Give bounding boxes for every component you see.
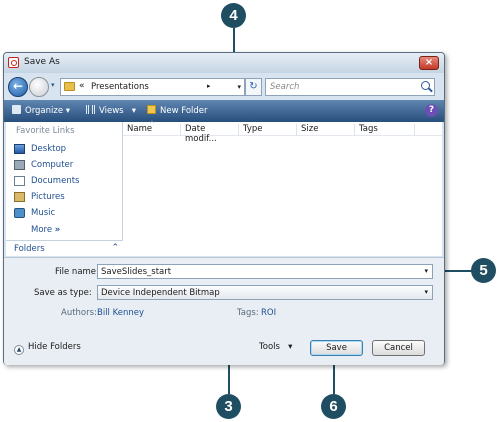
nav-item-computer[interactable]: Computer	[14, 159, 119, 173]
callout-5: 5	[471, 258, 496, 283]
column-header-size[interactable]: Size	[297, 124, 355, 136]
file-list[interactable]: Name ^ Date modif... Type Size Tags	[123, 120, 442, 256]
documents-icon	[14, 176, 25, 186]
nav-item-label: Computer	[31, 160, 74, 170]
save-as-type-select[interactable]: Device Independent Bitmap ▾	[97, 285, 433, 300]
music-icon	[14, 208, 25, 218]
close-button[interactable]: ×	[419, 56, 439, 70]
save-as-dialog: Save As × ← ▾ « Presentations ▸ ▾ ↻ Sear…	[3, 52, 445, 365]
authors-label: Authors:	[61, 308, 97, 318]
organize-icon	[12, 105, 21, 114]
computer-icon	[14, 160, 25, 170]
address-bar[interactable]: « Presentations ▸ ▾	[60, 78, 245, 96]
file-name-field[interactable]: SaveSlides_start ▾	[97, 264, 433, 279]
column-header-date[interactable]: Date modif...	[181, 124, 239, 144]
nav-item-documents[interactable]: Documents	[14, 175, 119, 189]
tools-label: Tools	[259, 342, 280, 352]
authors-value[interactable]: Bill Kenney	[97, 308, 144, 318]
refresh-button[interactable]: ↻	[245, 78, 262, 96]
new-folder-button[interactable]: New Folder	[147, 105, 208, 116]
nav-item-label: Pictures	[31, 192, 65, 202]
column-headers: Name ^ Date modif... Type Size Tags	[123, 120, 442, 144]
views-icon	[86, 105, 95, 114]
folder-icon	[64, 82, 75, 91]
callout-3: 3	[216, 394, 241, 419]
powerpoint-app-icon	[8, 57, 19, 68]
new-folder-icon	[147, 105, 156, 114]
pictures-icon	[14, 192, 25, 202]
breadcrumb-overflow[interactable]: «	[79, 81, 85, 91]
breadcrumb-presentations[interactable]: Presentations	[91, 82, 149, 92]
navigation-pane: Favorite Links Desktop Computer Document…	[6, 122, 123, 256]
back-button[interactable]: ←	[8, 77, 28, 97]
organize-dropdown-icon: ▾	[65, 106, 71, 116]
favorite-links-heading: Favorite Links	[16, 126, 75, 136]
file-name-value: SaveSlides_start	[101, 267, 172, 277]
forward-button[interactable]	[29, 77, 49, 97]
more-label: More	[31, 225, 53, 235]
callout-4: 4	[221, 3, 246, 28]
folders-toggle[interactable]: Folders ⌃	[6, 240, 123, 256]
tools-menu[interactable]: Tools ▾	[259, 342, 292, 352]
search-icon[interactable]	[421, 81, 430, 90]
cancel-button[interactable]: Cancel	[372, 340, 425, 356]
nav-item-label: Music	[31, 208, 56, 218]
save-button[interactable]: Save	[310, 340, 363, 356]
callout-6: 6	[321, 394, 346, 419]
address-row: ← ▾ « Presentations ▸ ▾ ↻ Search	[4, 75, 444, 101]
views-dropdown-icon: ▾	[131, 106, 136, 116]
help-icon[interactable]: ?	[425, 104, 438, 117]
nav-item-music[interactable]: Music	[14, 207, 119, 221]
search-input[interactable]: Search	[265, 78, 435, 96]
save-as-type-dropdown-icon: ▾	[424, 288, 428, 296]
chevron-up-icon: ⌃	[111, 243, 119, 253]
column-header-tags[interactable]: Tags	[355, 124, 415, 136]
tags-label: Tags:	[237, 308, 259, 318]
save-as-type-value: Device Independent Bitmap	[101, 288, 220, 298]
nav-item-label: Documents	[31, 176, 80, 186]
tags-value[interactable]: ROI	[261, 308, 276, 318]
more-links[interactable]: More »	[31, 225, 60, 235]
nav-item-label: Desktop	[31, 144, 67, 154]
column-header-name[interactable]: Name ^	[123, 120, 181, 136]
window-title: Save As	[24, 57, 60, 67]
address-dropdown-icon[interactable]: ▾	[237, 83, 241, 91]
command-bar: Organize ▾ Views ▾ New Folder ?	[4, 100, 444, 122]
file-name-dropdown-icon[interactable]: ▾	[424, 267, 428, 275]
column-header-type[interactable]: Type	[239, 124, 297, 136]
nav-item-desktop[interactable]: Desktop	[14, 143, 119, 157]
sort-indicator-icon: ^	[149, 120, 155, 128]
views-menu[interactable]: Views ▾	[86, 105, 136, 116]
hide-folders-button[interactable]: ▲ Hide Folders	[14, 342, 81, 355]
search-placeholder: Search	[270, 82, 300, 92]
save-options-area: File name: SaveSlides_start ▾ Save as ty…	[4, 257, 444, 365]
more-chevron-icon: »	[54, 225, 61, 235]
title-bar: Save As ×	[4, 53, 444, 73]
nav-item-pictures[interactable]: Pictures	[14, 191, 119, 205]
folders-label: Folders	[14, 244, 45, 254]
desktop-icon	[14, 144, 25, 154]
breadcrumb-arrow-icon[interactable]: ▸	[207, 82, 211, 90]
tools-dropdown-icon: ▾	[288, 342, 293, 352]
organize-menu[interactable]: Organize ▾	[12, 105, 70, 116]
hide-folders-label: Hide Folders	[28, 342, 81, 352]
recent-pages-dropdown[interactable]: ▾	[51, 81, 55, 89]
file-name-label: File name:	[55, 267, 99, 277]
views-label: Views	[99, 106, 124, 116]
collapse-up-icon: ▲	[14, 345, 24, 355]
save-as-type-label: Save as type:	[34, 288, 92, 298]
organize-label: Organize	[25, 106, 64, 116]
new-folder-label: New Folder	[160, 106, 208, 116]
